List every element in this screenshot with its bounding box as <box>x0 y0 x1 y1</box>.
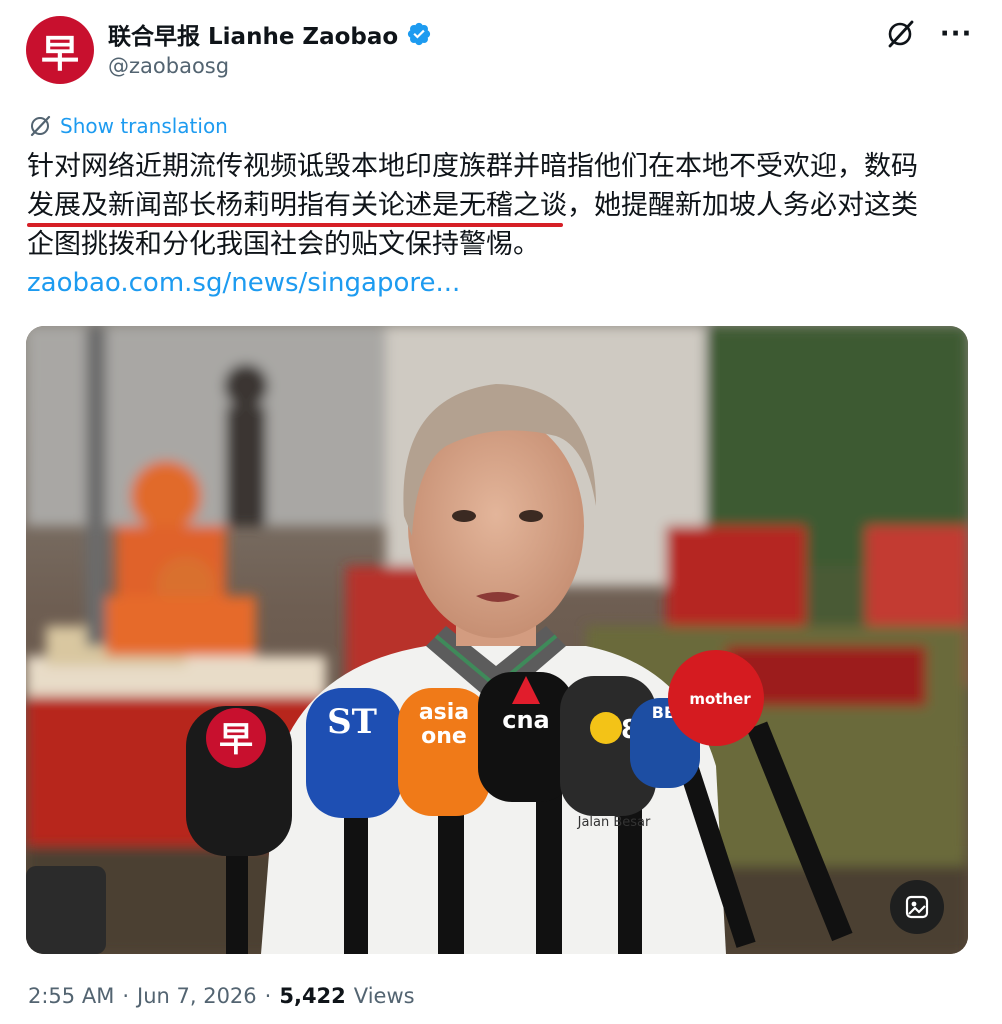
shirt-text: Jalan Besar <box>577 815 651 830</box>
image-edit-icon <box>905 895 929 919</box>
more-options-button[interactable]: ··· <box>940 18 972 50</box>
mic-st-label: ST <box>327 702 377 742</box>
press-conference-photo: 早 ST asia one cna 8 BB mother Jalan B <box>26 326 968 954</box>
mic-cna-label: cna <box>502 706 550 734</box>
translate-icon <box>30 115 51 137</box>
verified-badge-icon <box>408 22 431 46</box>
display-name[interactable]: 联合早报 Lianhe Zaobao <box>108 17 398 51</box>
media-edit-button[interactable] <box>890 880 944 934</box>
name-row: 联合早报 Lianhe Zaobao <box>108 17 432 51</box>
views-label: Views <box>353 984 415 1008</box>
tweet-line-3: 企图挑拨和分化我国社会的贴文保持警惕。 <box>27 229 540 260</box>
handle[interactable]: @zaobaosg <box>108 54 229 78</box>
mic-asiaone-bottom: one <box>421 724 467 749</box>
tweet-line-1: 针对网络近期流传视频诋毁本地印度族群并暗指他们在本地不受欢迎，数码 <box>27 151 918 182</box>
top-actions: ··· <box>884 18 972 50</box>
tweet-date[interactable]: Jun 7, 2026 <box>137 984 257 1008</box>
avatar[interactable]: 早 <box>26 16 94 84</box>
avatar-glyph: 早 <box>40 30 79 76</box>
views-count: 5,422 <box>279 984 346 1008</box>
show-translation-button[interactable]: Show translation <box>28 114 228 138</box>
mic-mothership-label: mother <box>689 690 751 708</box>
mic-asiaone-top: asia <box>419 700 469 725</box>
article-link[interactable]: zaobao.com.sg/news/singapore... <box>27 268 460 298</box>
tweet-underlined-phrase: 发展及新闻部长杨莉明指有关论述是无稽之谈 <box>27 190 567 221</box>
tweet-line-2-rest: ，她提醒新加坡人务必对这类 <box>567 190 918 221</box>
tweet-meta: 2:55 AM · Jun 7, 2026 · 5,422 Views <box>28 984 415 1008</box>
mic-zaobao-label: 早 <box>219 720 253 760</box>
grok-icon <box>888 20 914 48</box>
grok-button[interactable] <box>884 18 916 50</box>
tweet-line-2: 发展及新闻部长杨莉明指有关论述是无稽之谈，她提醒新加坡人务必对这类 <box>27 186 977 225</box>
tweet-text: 针对网络近期流传视频诋毁本地印度族群并暗指他们在本地不受欢迎，数码 发展及新闻部… <box>27 147 977 264</box>
meta-separator-2: · <box>264 984 272 1008</box>
show-translation-label: Show translation <box>60 114 228 138</box>
tweet-photo[interactable]: 早 ST asia one cna 8 BB mother Jalan B <box>26 326 968 954</box>
tweet-time[interactable]: 2:55 AM <box>28 984 114 1008</box>
meta-separator: · <box>122 984 130 1008</box>
